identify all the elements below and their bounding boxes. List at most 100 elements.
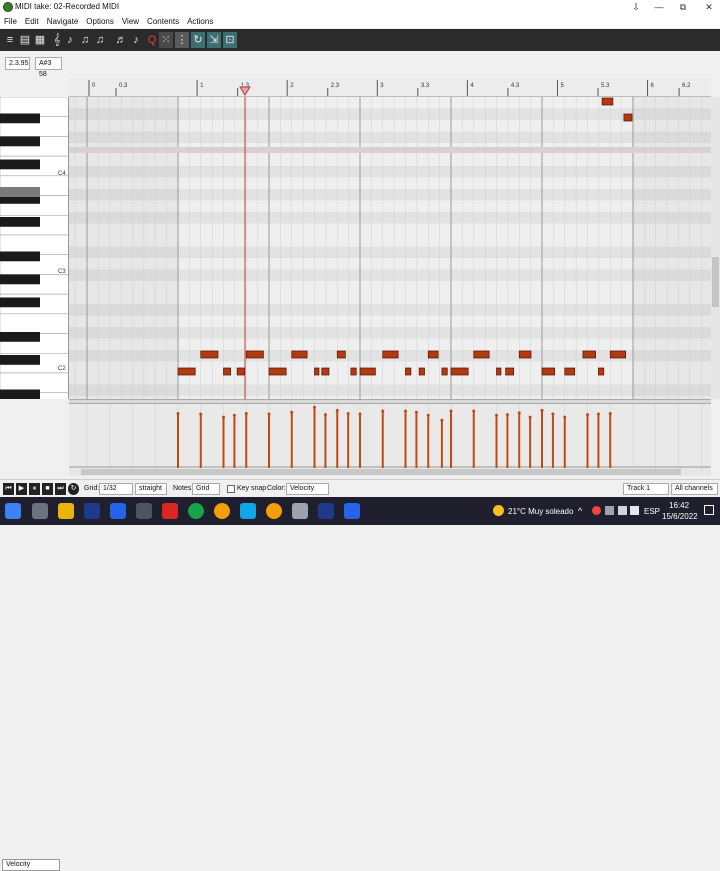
- menu-actions[interactable]: Actions: [183, 15, 217, 28]
- velocity-handle: [313, 405, 316, 409]
- outside-item-shade-right: [633, 97, 711, 399]
- ruler-label: 1: [200, 83, 204, 89]
- quantize-start-icon[interactable]: ♫: [78, 32, 92, 48]
- ruler-label: 6.2: [682, 83, 691, 89]
- midi-note: [177, 367, 196, 376]
- app-icon-shield[interactable]: [136, 503, 152, 519]
- close-button[interactable]: ✕: [698, 0, 720, 15]
- menu-options[interactable]: Options: [82, 15, 118, 28]
- clock-date[interactable]: 15/6/2022: [662, 512, 698, 521]
- menu-file[interactable]: File: [0, 15, 21, 28]
- horizontal-scrollbar[interactable]: [69, 468, 711, 476]
- midi-note: [314, 367, 320, 376]
- velocity-lane-select[interactable]: Velocity: [2, 859, 60, 871]
- file-explorer-icon[interactable]: [58, 503, 74, 519]
- photos-icon[interactable]: [240, 503, 256, 519]
- steam-icon[interactable]: [84, 503, 100, 519]
- swing-select[interactable]: straight: [135, 483, 167, 495]
- tray-chevron-icon[interactable]: ^: [578, 506, 582, 516]
- loop-button[interactable]: ↻: [68, 483, 79, 495]
- humanize-icon[interactable]: ♪: [129, 32, 143, 48]
- ruler-label: 3.3: [421, 83, 430, 89]
- vertical-scrollbar[interactable]: [711, 97, 720, 399]
- velocity-handle: [335, 408, 339, 412]
- cursor-position: 2.3.95: [5, 57, 30, 70]
- menu-edit[interactable]: Edit: [21, 15, 43, 28]
- midi-note: [505, 367, 515, 376]
- chrome-icon[interactable]: [214, 503, 230, 519]
- velocity-handle: [505, 413, 509, 417]
- piano-highlighted-key: [0, 187, 40, 197]
- menu-contents[interactable]: Contents: [143, 15, 183, 28]
- velocity-lane[interactable]: [69, 404, 711, 468]
- upwork-icon[interactable]: [188, 503, 204, 519]
- ruler-label: 6: [651, 83, 655, 89]
- volume-icon[interactable]: [630, 506, 639, 515]
- weather-text[interactable]: 21°C Muy soleado: [508, 507, 573, 516]
- piano-white-key: [0, 313, 68, 334]
- keysnap-checkbox[interactable]: [227, 485, 235, 493]
- loop-icon[interactable]: ↻: [191, 32, 205, 48]
- stop-button[interactable]: ■: [42, 483, 53, 495]
- vertical-scroll-thumb[interactable]: [712, 257, 719, 307]
- velocity-handle: [232, 413, 236, 417]
- midi-note: [245, 350, 264, 359]
- octave-label: C3: [58, 269, 66, 275]
- menu-navigate[interactable]: Navigate: [43, 15, 83, 28]
- menu-view[interactable]: View: [118, 15, 143, 28]
- velocity-handle: [551, 412, 555, 416]
- midi-note: [609, 350, 626, 359]
- piano-black-key: [0, 297, 40, 308]
- midi-note: [405, 367, 412, 376]
- note-grid[interactable]: [69, 97, 711, 399]
- pause-button[interactable]: ⏸: [29, 483, 40, 495]
- battery-icon[interactable]: [618, 506, 627, 515]
- tray-app-icon[interactable]: [592, 506, 601, 515]
- reaper-taskbar-icon[interactable]: [292, 503, 308, 519]
- snap-icon[interactable]: ⋮: [175, 32, 189, 48]
- midi-note: [450, 367, 469, 376]
- quantize-q-icon[interactable]: Q: [145, 32, 159, 48]
- minimize-button[interactable]: —: [648, 0, 670, 15]
- notifications-icon[interactable]: [704, 505, 714, 515]
- channel-select[interactable]: All channels: [671, 483, 718, 495]
- language-indicator[interactable]: ESP: [644, 507, 660, 516]
- restore-button[interactable]: ⧉: [672, 0, 694, 15]
- quantize-end-icon[interactable]: ♫: [93, 32, 107, 48]
- lock-icon[interactable]: ⊡: [223, 32, 237, 48]
- grid-view-icon[interactable]: ▦: [33, 32, 47, 48]
- steam-icon-2[interactable]: [318, 503, 334, 519]
- grid-select[interactable]: 1/32: [99, 483, 133, 495]
- media-icon[interactable]: [162, 503, 178, 519]
- windows-taskbar: 21°C Muy soleado ^ ESP 16:42 15/6/2022: [0, 497, 720, 525]
- midi-note: [350, 367, 357, 376]
- track-select[interactable]: Track 1: [623, 483, 669, 495]
- list-view-icon[interactable]: ≡: [3, 32, 17, 48]
- chase-icon[interactable]: ⇲: [207, 32, 221, 48]
- quantize-icon[interactable]: ♪: [63, 32, 77, 48]
- play-button[interactable]: ▶: [16, 483, 27, 495]
- notes-select[interactable]: Grid: [192, 483, 220, 495]
- velocity-handle: [404, 409, 407, 413]
- timeline-ruler[interactable]: 0 0.3 1 1.3 2 2.3 3 3.3 4 4.3 5 5.3 6 6.2: [69, 78, 711, 97]
- piano-view-icon[interactable]: ▤: [18, 32, 32, 48]
- velocity-handle: [608, 411, 612, 415]
- network-icon[interactable]: [605, 506, 614, 515]
- notes-label: Notes:: [173, 485, 194, 492]
- pin-icon[interactable]: ⇩: [625, 0, 647, 15]
- key-icon[interactable]: 𝄞: [50, 32, 64, 48]
- chrome-icon-2[interactable]: [266, 503, 282, 519]
- calendar-icon[interactable]: [32, 503, 48, 519]
- dot-grid-icon[interactable]: ⁙: [159, 32, 173, 48]
- color-select[interactable]: Velocity: [286, 483, 329, 495]
- rewind-button[interactable]: ⏮: [3, 483, 14, 495]
- velocity-handle: [323, 413, 327, 417]
- mail-icon[interactable]: [110, 503, 126, 519]
- forward-button[interactable]: ⏭: [55, 483, 66, 495]
- word-icon[interactable]: [344, 503, 360, 519]
- piano-keyboard[interactable]: C4 C3 C2: [0, 97, 69, 399]
- note-lock-icon[interactable]: ♬: [114, 32, 128, 48]
- start-icon[interactable]: [5, 503, 21, 519]
- horizontal-scroll-thumb[interactable]: [81, 469, 681, 475]
- clock-time[interactable]: 16:42: [669, 501, 689, 510]
